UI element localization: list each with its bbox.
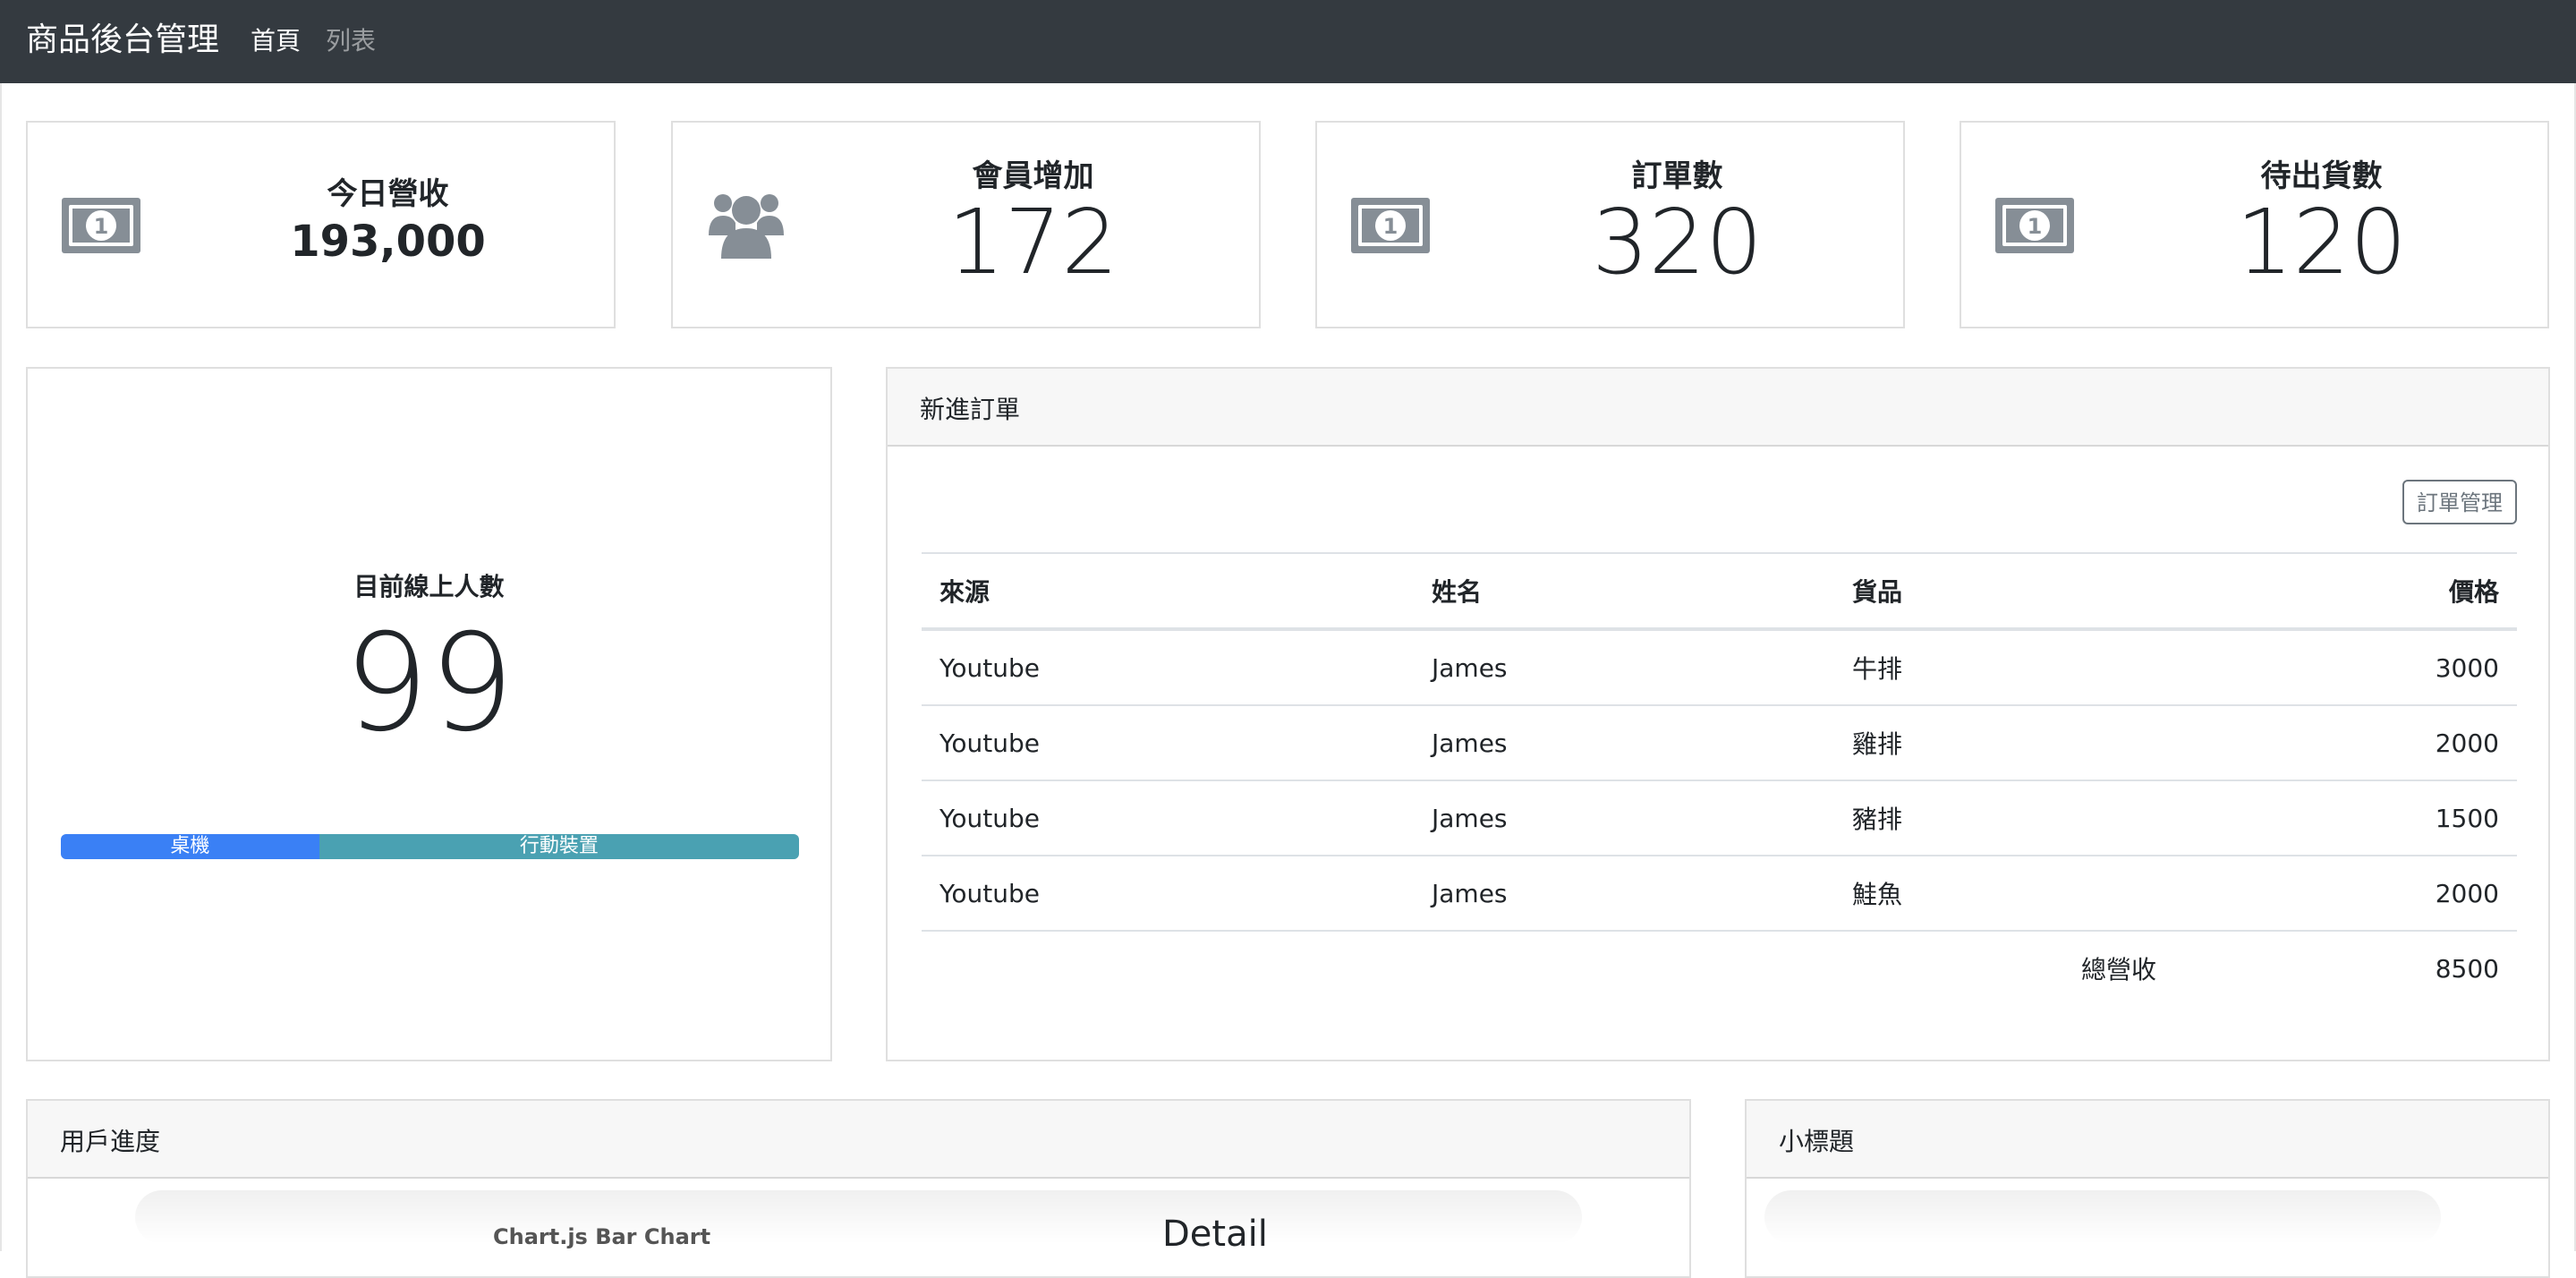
- money-bill-icon: 1: [62, 198, 140, 253]
- money-bill-icon: 1: [1995, 198, 2074, 253]
- column-header-price: 價格: [2174, 552, 2517, 631]
- table-total-row: 總營收 8500: [922, 930, 2517, 1005]
- cell-source: Youtube: [922, 780, 1414, 856]
- cell-price: 2000: [2174, 704, 2517, 780]
- cell-source: Youtube: [922, 704, 1414, 780]
- table-row: Youtube James 鮭魚 2000: [922, 855, 2517, 931]
- stat-value: 120: [2236, 190, 2407, 294]
- cell-name: James: [1414, 855, 1834, 931]
- card-header: 小標題: [1747, 1101, 2548, 1179]
- stat-body: 待出貨數 120: [2096, 123, 2547, 327]
- new-orders-card: 新進訂單 訂單管理 來源 姓名 貨品 價格 Youtube James 牛排 3…: [886, 367, 2550, 1061]
- money-bill-icon: 1: [1351, 198, 1430, 253]
- column-header-source: 來源: [922, 552, 1414, 631]
- cell-price: 3000: [2174, 628, 2517, 705]
- stat-body: 今日營收 193,000: [162, 123, 614, 327]
- svg-text:1: 1: [2028, 214, 2043, 239]
- total-label: 總營收: [1834, 930, 2174, 1005]
- cell-empty: [922, 930, 1414, 1005]
- online-users-card: 目前線上人數 99 桌機 行動裝置: [26, 367, 832, 1061]
- progress-segment-desktop: 桌機: [61, 834, 319, 859]
- cell-empty: [1414, 930, 1834, 1005]
- cell-price: 2000: [2174, 855, 2517, 931]
- chart-caption: Chart.js Bar Chart: [493, 1224, 711, 1249]
- small-title-card: 小標題: [1745, 1099, 2550, 1278]
- cell-name: James: [1414, 704, 1834, 780]
- svg-text:1: 1: [1383, 214, 1399, 239]
- stat-body: 會員增加 172: [807, 123, 1259, 327]
- total-value: 8500: [2174, 930, 2517, 1005]
- card-header-title: 新進訂單: [920, 395, 1021, 424]
- navbar-brand[interactable]: 商品後台管理: [26, 18, 219, 63]
- stat-body: 訂單數 320: [1451, 123, 1903, 327]
- stat-card-orders: 1 訂單數 320: [1315, 121, 1905, 328]
- user-progress-card: 用戶進度 Chart.js Bar Chart Detail: [26, 1099, 1691, 1278]
- cell-name: James: [1414, 780, 1834, 856]
- table-row: Youtube James 雞排 2000: [922, 704, 2517, 780]
- table-header-row: 來源 姓名 貨品 價格: [922, 552, 2517, 631]
- svg-text:1: 1: [94, 214, 109, 239]
- stat-label: 待出貨數: [2260, 158, 2383, 194]
- stat-label: 會員增加: [972, 158, 1094, 194]
- stat-card-revenue: 1 今日營收 193,000: [26, 121, 616, 328]
- orders-table: 來源 姓名 貨品 價格 Youtube James 牛排 3000 Youtub…: [922, 552, 2517, 1005]
- cell-source: Youtube: [922, 628, 1414, 705]
- chart-shadow: [135, 1190, 1582, 1244]
- table-row: Youtube James 豬排 1500: [922, 780, 2517, 856]
- window-left-edge: [0, 83, 2, 1251]
- progress-segment-mobile: 行動裝置: [319, 834, 799, 859]
- card-shadow: [1764, 1190, 2441, 1244]
- top-navbar: 商品後台管理 首頁 列表: [0, 0, 2576, 83]
- cell-source: Youtube: [922, 855, 1414, 931]
- column-header-name: 姓名: [1414, 552, 1834, 631]
- stat-card-pending-shipments: 1 待出貨數 120: [1960, 121, 2549, 328]
- users-icon: [709, 194, 784, 259]
- online-users-label: 目前線上人數: [353, 572, 505, 601]
- card-header-title: 小標題: [1779, 1127, 1855, 1156]
- detail-title: Detail: [1162, 1214, 1268, 1255]
- card-header: 新進訂單: [888, 369, 2548, 447]
- cell-item: 鮭魚: [1834, 855, 2174, 931]
- card-header: 用戶進度: [28, 1101, 1689, 1179]
- nav-link-list[interactable]: 列表: [326, 24, 376, 58]
- stat-label: 訂單數: [1631, 158, 1723, 194]
- cell-name: James: [1414, 628, 1834, 705]
- stat-label: 今日營收: [327, 176, 449, 212]
- cell-item: 豬排: [1834, 780, 2174, 856]
- stat-value: 193,000: [290, 217, 486, 267]
- order-management-button[interactable]: 訂單管理: [2402, 480, 2517, 524]
- cell-price: 1500: [2174, 780, 2517, 856]
- column-header-item: 貨品: [1834, 552, 2174, 631]
- nav-link-home[interactable]: 首頁: [251, 24, 301, 58]
- cell-item: 雞排: [1834, 704, 2174, 780]
- table-row: Youtube James 牛排 3000: [922, 628, 2517, 705]
- stat-card-members: 會員增加 172: [671, 121, 1261, 328]
- online-users-value: 99: [344, 606, 514, 762]
- stat-value: 320: [1592, 190, 1763, 294]
- cell-item: 牛排: [1834, 628, 2174, 705]
- stat-value: 172: [948, 190, 1118, 294]
- card-header-title: 用戶進度: [60, 1127, 161, 1156]
- device-progress-bar: 桌機 行動裝置: [61, 834, 799, 859]
